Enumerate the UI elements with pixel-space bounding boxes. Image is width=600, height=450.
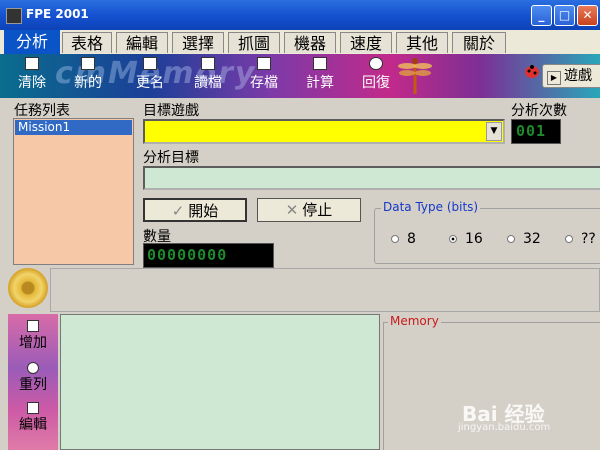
arrow-right-icon: ▶ [547,71,561,85]
radio-dot [391,235,399,243]
rename-label: 更名 [136,75,164,91]
side-toolbar: 增加 重列 編輯 [8,314,58,450]
start-button[interactable]: ✓ 開始 [143,198,247,222]
quantity-display: 00000000 [143,243,274,268]
radio-label: 16 [465,231,483,247]
status-panel [50,268,600,312]
restore-label: 回復 [362,75,390,91]
radio-label: ?? [581,231,596,247]
window-title: FPE 2001 [26,7,89,21]
new-file-icon [81,57,95,70]
tab-strip: 分析 表格 編輯 選擇 抓圖 機器 速度 其他 關於 [0,30,600,55]
radio-32[interactable]: 32 [507,231,541,247]
tab-select[interactable]: 選擇 [172,32,224,53]
target-game-label: 目標遊戲 [143,103,199,119]
result-list[interactable] [60,314,380,450]
relist-label: 重列 [19,377,47,393]
calculator-icon [313,57,327,70]
save-button[interactable]: 存檔 [238,57,290,97]
baidu-watermark-url: jingyan.baidu.com [458,422,551,433]
chevron-down-icon[interactable]: ▼ [486,122,502,141]
clear-icon [25,57,39,70]
restore-icon [369,57,383,70]
rename-button[interactable]: 更名 [124,57,176,97]
rename-icon [143,57,157,70]
folder-icon [201,57,215,70]
radio-dot [565,235,573,243]
save-label: 存檔 [250,75,278,91]
radio-16[interactable]: 16 [449,231,483,247]
clear-label: 清除 [18,75,46,91]
tab-other[interactable]: 其他 [396,32,448,53]
radio-unknown[interactable]: ?? [565,231,596,247]
app-icon[interactable] [6,8,22,24]
title-bar[interactable]: FPE 2001 _ □ ✕ [0,0,600,30]
task-list[interactable]: Mission1 [13,118,134,265]
relist-button[interactable]: 重列 [8,362,58,394]
radio-dot-selected [449,235,457,243]
toolbar: cmMemory 清除 新的 更名 讀檔 存檔 計算 回復 [0,54,600,98]
lightbulb-icon [27,362,39,374]
data-type-legend: Data Type (bits) [381,200,481,214]
calculate-label: 計算 [306,75,334,91]
start-label: 開始 [188,202,219,220]
list-item[interactable]: Mission1 [15,120,132,135]
data-type-group: Data Type (bits) 8 16 32 ?? [374,200,600,264]
tab-about[interactable]: 關於 [452,32,506,53]
new-button[interactable]: 新的 [62,57,114,97]
add-label: 增加 [19,335,47,351]
analysis-target-input[interactable] [143,166,600,190]
tab-table[interactable]: 表格 [62,32,112,53]
game-label: 遊戲 [564,68,592,84]
radio-label: 32 [523,231,541,247]
ladybug-icon [524,64,540,78]
radio-8[interactable]: 8 [391,231,416,247]
dragonfly-icon [398,56,432,96]
add-icon [27,320,39,332]
minimize-button[interactable]: _ [531,5,552,26]
tab-machine[interactable]: 機器 [284,32,336,53]
analysis-target-label: 分析目標 [143,150,199,166]
stop-button[interactable]: ✕ 停止 [257,198,361,222]
radio-dot [507,235,515,243]
load-label: 讀檔 [194,75,222,91]
cd-icon[interactable] [8,268,48,308]
clear-button[interactable]: 清除 [6,57,58,97]
x-icon: ✕ [285,201,299,219]
check-icon: ✓ [171,202,185,220]
analysis-count-label: 分析次數 [511,103,567,119]
close-button[interactable]: ✕ [577,5,598,26]
edit-button[interactable]: 編輯 [8,402,58,434]
maximize-button[interactable]: □ [554,5,575,26]
tab-speed[interactable]: 速度 [340,32,392,53]
calculate-button[interactable]: 計算 [294,57,346,97]
target-game-select[interactable]: ▼ [143,119,505,144]
new-label: 新的 [74,75,102,91]
task-list-label: 任務列表 [14,103,70,119]
analysis-count-display: 001 [511,119,561,144]
load-button[interactable]: 讀檔 [182,57,234,97]
edit-label: 編輯 [19,417,47,433]
radio-label: 8 [407,231,416,247]
tab-analyze[interactable]: 分析 [4,30,60,54]
tab-capture[interactable]: 抓圖 [228,32,280,53]
tab-edit[interactable]: 編輯 [116,32,168,53]
game-button[interactable]: ▶ 遊戲 [542,64,600,88]
floppy-icon [257,57,271,70]
stop-label: 停止 [302,201,333,219]
edit-icon [27,402,39,414]
memory-legend: Memory [388,314,441,328]
add-button[interactable]: 增加 [8,320,58,352]
restore-button[interactable]: 回復 [350,57,402,97]
